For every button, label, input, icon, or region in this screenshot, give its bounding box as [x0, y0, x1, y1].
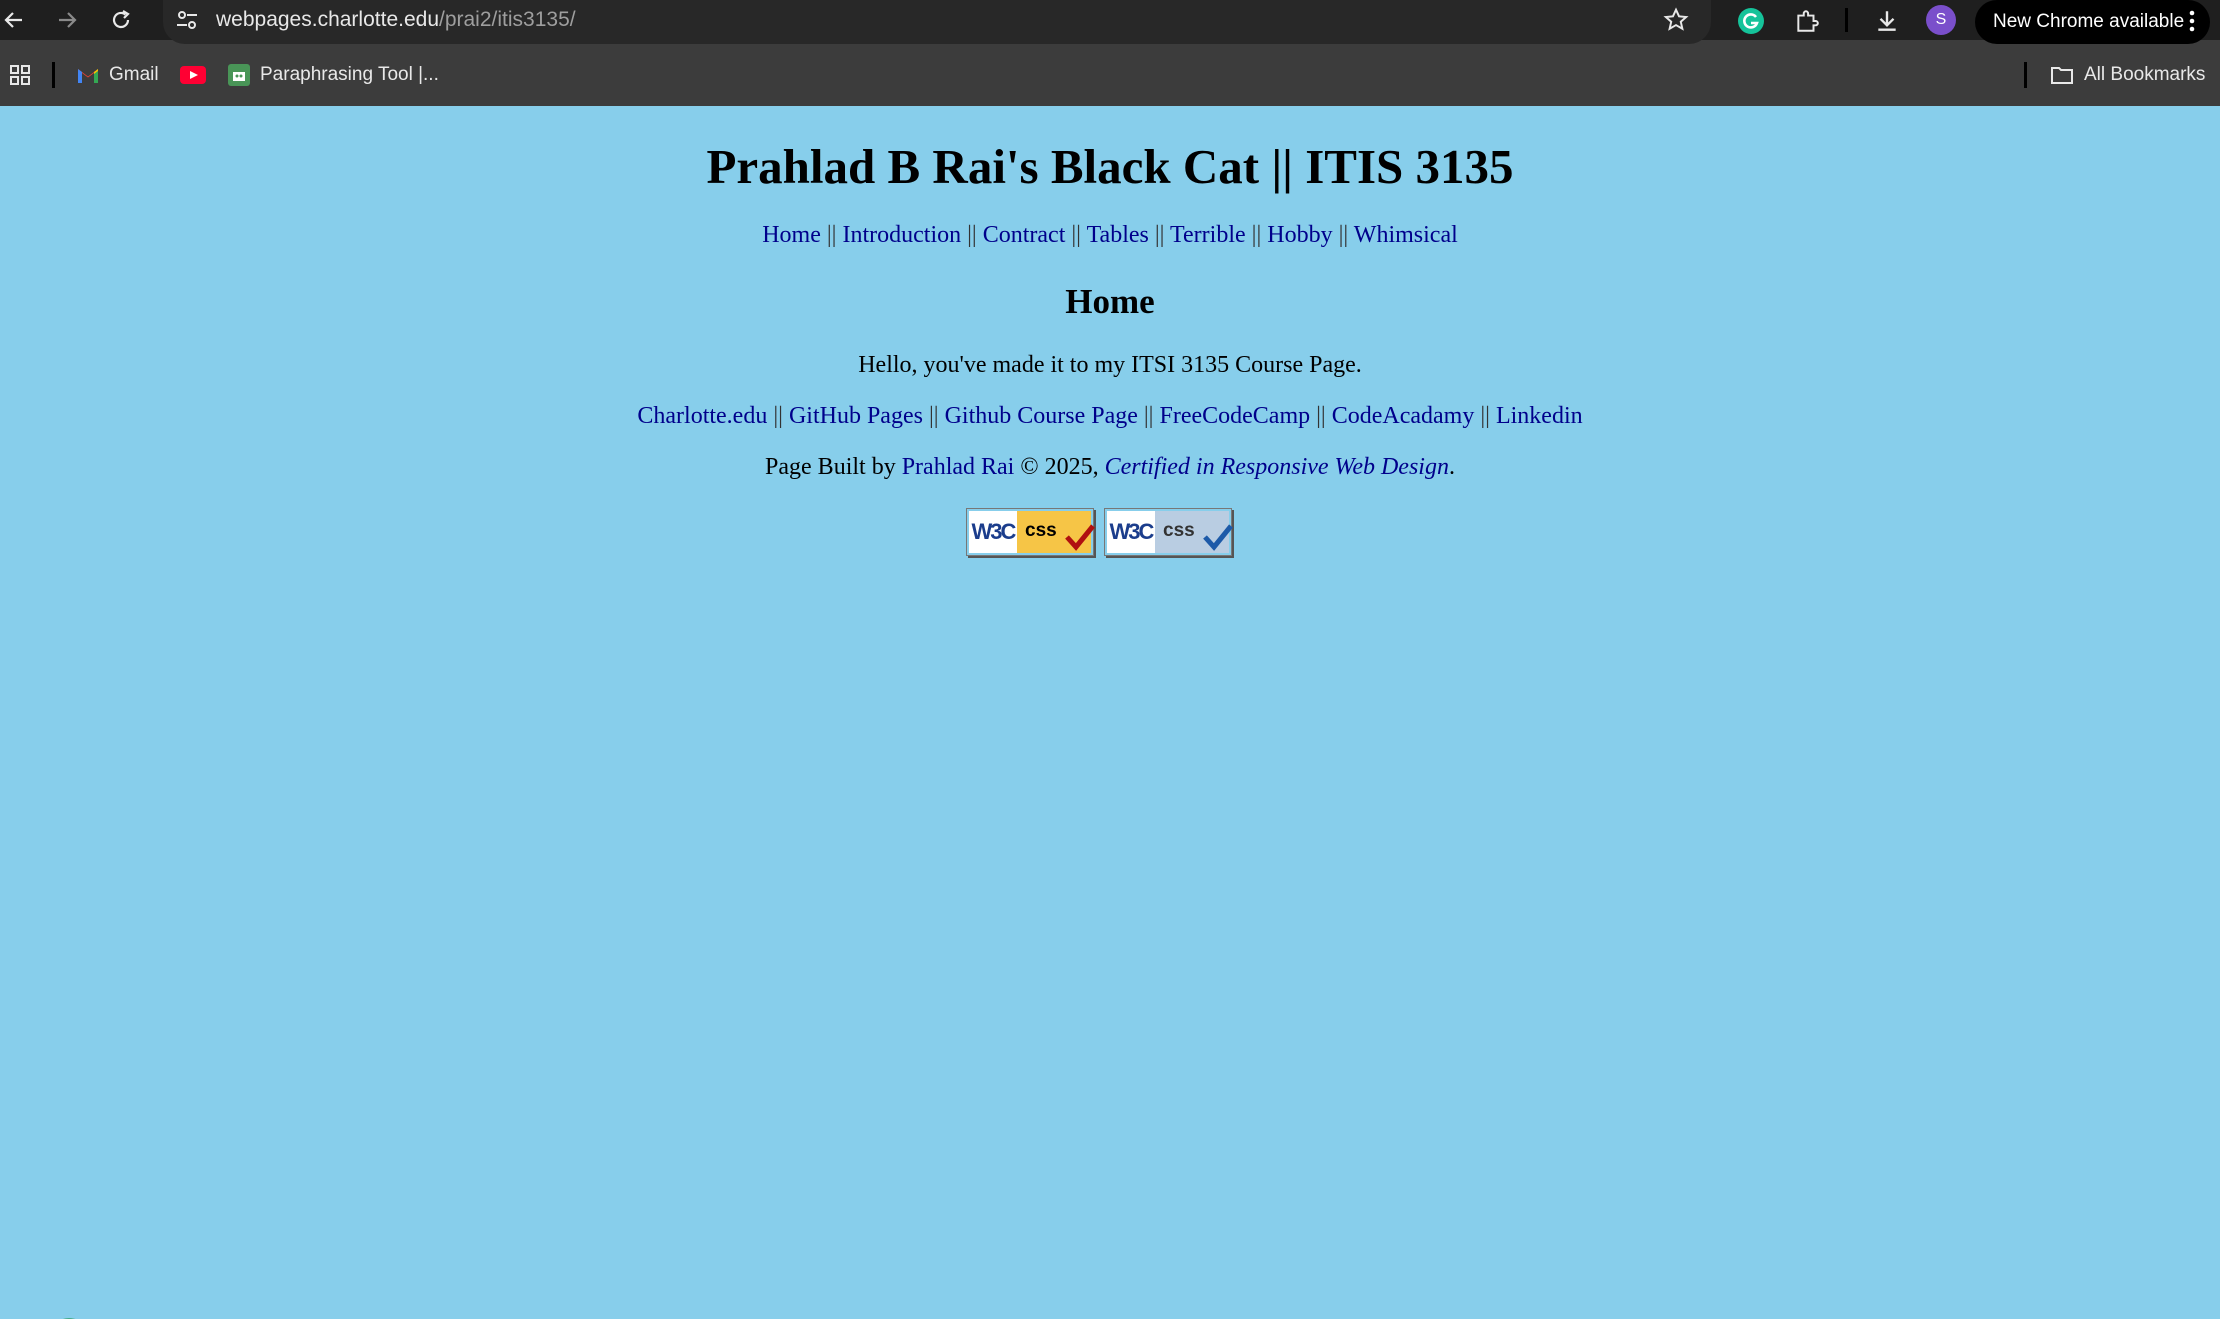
nav-separator: ||: [1071, 222, 1081, 248]
link-github-course-page[interactable]: Github Course Page: [945, 403, 1138, 429]
w3c-css-valid-badge-blue[interactable]: W3C css: [1104, 508, 1233, 556]
nav-link-hobby[interactable]: Hobby: [1267, 222, 1332, 248]
external-links: Charlotte.edu || GitHub Pages || Github …: [0, 403, 2220, 430]
bookmark-gmail[interactable]: Gmail: [77, 61, 159, 89]
section-heading: Home: [1065, 282, 1155, 321]
extensions-puzzle-icon[interactable]: [1792, 6, 1822, 36]
folder-icon: [2051, 67, 2073, 84]
bookmark-youtube[interactable]: [180, 61, 206, 89]
link-charlotte-edu[interactable]: Charlotte.edu: [637, 403, 767, 429]
apps-grid-icon: [10, 65, 30, 85]
url-domain: webpages.charlotte.edu: [216, 8, 439, 31]
page-content: Prahlad B Rai's Black Cat || ITIS 3135 H…: [0, 106, 2220, 1319]
link-linkedin[interactable]: Linkedin: [1496, 403, 1583, 429]
url-path: /prai2/itis3135/: [439, 8, 576, 31]
reload-button[interactable]: [107, 6, 135, 34]
bookmark-paraphrasing-tool[interactable]: Paraphrasing Tool |...: [228, 61, 439, 89]
link-separator: ||: [1480, 403, 1490, 429]
nav-link-whimsical[interactable]: Whimsical: [1354, 222, 1458, 248]
footer-prefix: Page Built by: [765, 454, 896, 480]
red-checkmark-icon: [1065, 524, 1095, 551]
w3c-logo: W3C: [969, 511, 1017, 553]
site-nav: Home || Introduction || Contract || Tabl…: [0, 222, 2220, 249]
nav-separator: ||: [826, 222, 837, 248]
forward-button[interactable]: [53, 6, 81, 34]
back-button[interactable]: [0, 6, 28, 34]
blue-checkmark-icon: [1203, 524, 1233, 551]
page-title: Prahlad B Rai's Black Cat || ITIS 3135: [706, 139, 1514, 194]
browser-toolbar: webpages.charlotte.edu/prai2/itis3135/ S…: [0, 0, 2220, 44]
bookmark-paraphrasing-label: Paraphrasing Tool |...: [260, 64, 439, 85]
link-freecodecamp[interactable]: FreeCodeCamp: [1159, 403, 1310, 429]
url-text[interactable]: webpages.charlotte.edu/prai2/itis3135/: [216, 8, 576, 32]
reload-icon: [112, 10, 130, 29]
nav-separator: ||: [1251, 222, 1262, 248]
link-separator: ||: [1143, 403, 1154, 429]
download-icon[interactable]: [1872, 6, 1902, 36]
arrow-right-icon: [59, 12, 77, 28]
link-separator: ||: [928, 403, 939, 429]
apps-button[interactable]: [8, 61, 32, 89]
nav-link-tables[interactable]: Tables: [1087, 222, 1149, 248]
profile-avatar[interactable]: S: [1926, 5, 1956, 35]
more-menu-icon[interactable]: [2188, 9, 2196, 39]
grammarly-extension-icon[interactable]: [1736, 6, 1766, 36]
link-codeacadamy[interactable]: CodeAcadamy: [1332, 403, 1475, 429]
bookmarks-bar: Gmail Paraphrasing Tool |... All Bookmar…: [0, 56, 2220, 94]
footer-author-link[interactable]: Prahlad Rai: [902, 454, 1015, 480]
page-footer: Page Built by Prahlad Rai © 2025, Certif…: [0, 454, 2220, 481]
arrow-left-icon: [4, 12, 22, 28]
nav-link-introduction[interactable]: Introduction: [842, 222, 961, 248]
new-chrome-available-button[interactable]: New Chrome available: [1975, 0, 2210, 44]
site-settings-icon[interactable]: [175, 8, 199, 37]
bookmark-gmail-label: Gmail: [109, 64, 159, 85]
link-github-pages[interactable]: GitHub Pages: [789, 403, 923, 429]
bookmarks-separator: [2024, 62, 2027, 88]
nav-link-terrible[interactable]: Terrible: [1170, 222, 1246, 248]
nav-link-contract[interactable]: Contract: [983, 222, 1066, 248]
w3c-css-valid-badge[interactable]: W3C css: [966, 508, 1095, 556]
new-chrome-label: New Chrome available: [1993, 11, 2185, 32]
footer-certification-link[interactable]: Certified in Responsive Web Design: [1105, 454, 1449, 480]
browser-chrome: webpages.charlotte.edu/prai2/itis3135/ S…: [0, 0, 2220, 106]
link-separator: ||: [773, 403, 783, 429]
bookmark-star-icon[interactable]: [1663, 7, 1689, 38]
intro-text: Hello, you've made it to my ITSI 3135 Co…: [858, 352, 1362, 378]
all-bookmarks-label: All Bookmarks: [2084, 64, 2206, 85]
w3c-logo: W3C: [1107, 511, 1155, 553]
address-bar[interactable]: webpages.charlotte.edu/prai2/itis3135/: [163, 0, 1711, 44]
nav-separator: ||: [1154, 222, 1165, 248]
link-separator: ||: [1316, 403, 1326, 429]
gmail-icon: [78, 69, 98, 83]
bookmarks-separator: [52, 62, 55, 88]
toolbar-separator: [1845, 8, 1848, 32]
footer-period: .: [1448, 454, 1455, 480]
youtube-icon: [180, 66, 206, 84]
nav-separator: ||: [967, 222, 977, 248]
nav-separator: ||: [1338, 222, 1349, 248]
all-bookmarks-button[interactable]: All Bookmarks: [2050, 61, 2205, 89]
nav-link-home[interactable]: Home: [762, 222, 821, 248]
validation-badges: W3C css W3C css: [966, 508, 1233, 556]
footer-copyright: © 2025,: [1020, 454, 1099, 480]
quillbot-icon: [228, 64, 250, 86]
